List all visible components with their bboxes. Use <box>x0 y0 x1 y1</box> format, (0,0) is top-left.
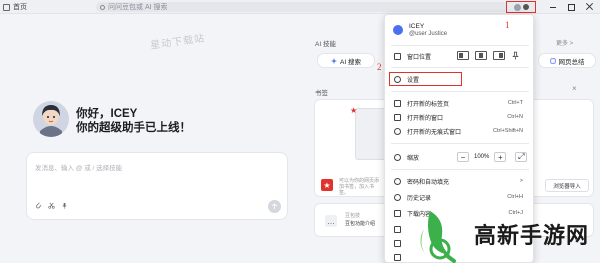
tab-home[interactable]: 首页 <box>3 2 27 12</box>
more-link[interactable]: 更多 > <box>556 38 573 47</box>
greeting-line-2: 你的超级助手已上线！ <box>76 122 191 134</box>
address-placeholder: 问问豆包或 AI 搜索 <box>108 4 168 11</box>
web-summary-label: 网页总结 <box>558 58 585 66</box>
settings-highlight <box>389 72 462 86</box>
account-dot-icon <box>522 4 529 10</box>
annotation-2: 2 <box>377 62 382 72</box>
history-icon <box>394 193 401 201</box>
chat-placeholder: 发消息、输入 @ 或 / 选择技能 <box>35 165 123 172</box>
passwords-label: 密码和自动填充 <box>407 179 450 186</box>
passwords-chevron: > <box>519 178 523 184</box>
window-icon <box>394 52 401 60</box>
new-tab-shortcut: Ctrl+T <box>507 100 523 106</box>
fullscreen-icon[interactable]: ⤢ <box>515 152 528 162</box>
menu-new-window[interactable]: 打开新的窗口 Ctrl+N <box>385 111 535 123</box>
title-bar: 首页 问问豆包或 AI 搜索 <box>0 0 600 14</box>
doubao-line-2: 豆包功能介绍 <box>345 221 376 227</box>
divider <box>391 169 529 170</box>
dock-right-icon[interactable] <box>493 51 505 60</box>
chat-tools <box>35 202 68 209</box>
menu-incognito-window[interactable]: 打开新的无痕式窗口 Ctrl+Shift+N <box>385 125 535 137</box>
zoom-label: 缩放 <box>407 155 420 162</box>
arrow-up-icon <box>272 203 277 210</box>
avatar-icon <box>513 3 521 11</box>
pin-icon[interactable] <box>511 51 520 60</box>
star-icon: ★ <box>350 106 358 115</box>
scissors-icon[interactable] <box>48 202 55 209</box>
divider <box>391 143 529 144</box>
home-icon <box>3 3 10 11</box>
home-left-panel: 星动下载站 你好，ICEY 你的超级助手已上线！ 发消息、输入 @ 或 / 选择… <box>0 15 299 263</box>
zoom-icon <box>394 153 401 161</box>
web-summary-chip[interactable]: 网页总结 <box>538 53 596 68</box>
attach-icon[interactable] <box>35 202 42 209</box>
new-window-label: 打开新的窗口 <box>407 115 444 122</box>
new-tab-label: 打开新的标签页 <box>407 101 450 108</box>
bookmarks-title: 书签 <box>315 90 328 97</box>
incognito-shortcut: Ctrl+Shift+N <box>493 128 523 134</box>
new-tab-icon <box>394 99 401 107</box>
search-icon <box>100 4 105 10</box>
zoom-controls: − 100% + ⤢ <box>457 152 528 162</box>
maximize-icon[interactable] <box>568 3 575 11</box>
doubao-line-1: 豆包技 <box>345 213 361 219</box>
zoom-value: 100% <box>474 154 490 160</box>
history-label: 历史记录 <box>407 195 432 202</box>
greeting-line-1: 你好，ICEY <box>76 108 138 120</box>
tab-home-label: 首页 <box>13 4 27 11</box>
user-handle: @user Justice <box>409 31 448 37</box>
ai-search-chip[interactable]: AI 搜索 <box>317 53 375 68</box>
history-shortcut: Ctrl+H <box>507 194 523 200</box>
new-window-shortcut: Ctrl+N <box>507 114 523 120</box>
brand-logo <box>410 205 468 263</box>
chat-input-box[interactable]: 发消息、输入 @ 或 / 选择技能 <box>26 152 288 220</box>
incognito-label: 打开新的无痕式窗口 <box>407 129 462 136</box>
address-bar[interactable]: 问问豆包或 AI 搜索 <box>96 2 510 12</box>
summary-icon <box>549 57 556 64</box>
divider <box>391 45 529 46</box>
dock-left-icon[interactable] <box>457 51 469 60</box>
zoom-out-button[interactable]: − <box>457 152 469 162</box>
brand-text: 高新手游网 <box>474 223 590 248</box>
profile-menu-button[interactable] <box>506 1 536 13</box>
print-icon <box>394 253 401 261</box>
send-button[interactable] <box>268 200 281 213</box>
window-position-label: 窗口位置 <box>407 54 432 61</box>
window-controls <box>549 1 594 13</box>
new-window-icon <box>394 113 401 121</box>
chat-bubble-icon: … <box>325 215 337 227</box>
close-icon[interactable] <box>586 3 594 11</box>
watermark-text: 星动下载站 <box>149 33 206 52</box>
microphone-icon[interactable] <box>61 202 68 209</box>
user-avatar <box>393 25 403 35</box>
minimize-icon[interactable] <box>549 3 557 11</box>
menu-new-tab[interactable]: 打开新的标签页 Ctrl+T <box>385 97 535 109</box>
dock-center-icon[interactable] <box>475 51 487 60</box>
bookmark-hint: 可以为你的网页添加书签，加入书签。 <box>339 178 380 196</box>
assistant-avatar <box>33 101 69 137</box>
menu-passwords[interactable]: 密码和自动填充 > <box>385 175 535 187</box>
divider <box>391 67 529 68</box>
bookmark-star-icon: ★ <box>321 179 333 191</box>
import-bookmarks-button[interactable]: 浏览器导入 <box>545 179 589 192</box>
bookmark-icon <box>394 225 401 233</box>
brand-watermark: 高新手游网 <box>410 205 600 263</box>
zoom-in-button[interactable]: + <box>494 152 507 162</box>
ai-search-label: AI 搜索 <box>340 58 361 66</box>
menu-history[interactable]: 历史记录 Ctrl+H <box>385 191 535 203</box>
extension-icon <box>394 239 401 247</box>
bookmarks-close-icon[interactable]: × <box>572 84 577 93</box>
greeting: 你好，ICEY 你的超级助手已上线！ <box>76 107 191 135</box>
window-position-options <box>457 51 520 60</box>
annotation-1: 1 <box>505 20 510 30</box>
divider <box>391 91 529 92</box>
user-name: ICEY <box>409 23 425 30</box>
ai-skills-title: AI 技能 <box>315 41 336 48</box>
incognito-icon <box>394 127 401 135</box>
sparkle-icon <box>331 57 338 64</box>
download-icon <box>394 209 401 217</box>
key-icon <box>394 177 401 185</box>
